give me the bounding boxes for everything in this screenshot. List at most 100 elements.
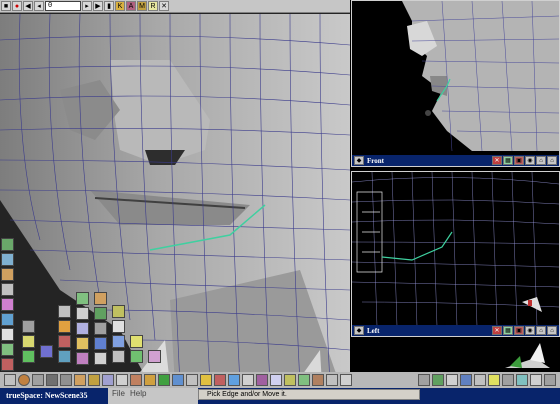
- record-icon[interactable]: ●: [12, 1, 22, 11]
- palette-tool-icon[interactable]: [58, 350, 71, 363]
- frame-field[interactable]: 0: [45, 1, 81, 11]
- eye-move-icon[interactable]: ◉: [525, 156, 535, 165]
- file-icon[interactable]: [474, 374, 486, 386]
- forward-icon[interactable]: ▸: [82, 1, 92, 11]
- palette-tool-icon[interactable]: [1, 343, 14, 356]
- checker-icon[interactable]: [270, 374, 282, 386]
- face-icon[interactable]: [312, 374, 324, 386]
- rotate-icon[interactable]: [116, 374, 128, 386]
- tools-icon[interactable]: ✕: [159, 1, 169, 11]
- render-mode-icon[interactable]: ▦: [503, 326, 513, 335]
- palette-tool-icon[interactable]: [1, 268, 14, 281]
- palette-tool-icon[interactable]: [58, 305, 71, 318]
- palette-tool-icon[interactable]: [40, 345, 53, 358]
- left-viewport[interactable]: ◆ Left ✕ ▦ ▣ ◉ ⌂ ⌂: [351, 171, 560, 337]
- grid-icon[interactable]: [144, 374, 156, 386]
- palette-tool-icon[interactable]: [112, 335, 125, 348]
- eye-zoom-icon[interactable]: ⌂: [536, 156, 546, 165]
- palette-tool-icon[interactable]: [112, 350, 125, 363]
- palette-tool-icon[interactable]: [22, 335, 35, 348]
- view-icon[interactable]: [418, 374, 430, 386]
- anim-icon[interactable]: A: [126, 1, 136, 11]
- render-object-icon[interactable]: [446, 374, 458, 386]
- render-icon[interactable]: R: [148, 1, 158, 11]
- play-icon[interactable]: ▶: [93, 1, 103, 11]
- key-icon[interactable]: K: [115, 1, 125, 11]
- nav-compass-icon[interactable]: [500, 338, 560, 372]
- look-icon[interactable]: ▣: [514, 156, 524, 165]
- mat-icon[interactable]: M: [137, 1, 147, 11]
- menu-help[interactable]: Help: [130, 389, 146, 398]
- camera-icon[interactable]: [60, 374, 72, 386]
- scale-icon[interactable]: [130, 374, 142, 386]
- palette-tool-icon[interactable]: [1, 283, 14, 296]
- play-back-icon[interactable]: ◀: [23, 1, 33, 11]
- face-mesh-render[interactable]: [0, 0, 350, 385]
- front-viewport[interactable]: ◆ Front ✕ ▦ ▣ ◉ ⌂ ⌂: [351, 0, 560, 167]
- figure-icon[interactable]: [326, 374, 338, 386]
- palette-tool-icon[interactable]: [22, 320, 35, 333]
- lathe-icon[interactable]: [284, 374, 296, 386]
- eye-zoom-icon[interactable]: ⌂: [536, 326, 546, 335]
- rewind-icon[interactable]: ◂: [34, 1, 44, 11]
- stop-icon[interactable]: ■: [1, 1, 11, 11]
- select-icon[interactable]: [88, 374, 100, 386]
- palette-tool-icon[interactable]: [76, 307, 89, 320]
- palette-tool-icon[interactable]: [76, 322, 89, 335]
- palette-tool-icon[interactable]: [1, 253, 14, 266]
- cube-icon[interactable]: [46, 374, 58, 386]
- move-icon[interactable]: [102, 374, 114, 386]
- eye-rotate-icon[interactable]: ⌂: [547, 156, 557, 165]
- palette-tool-icon[interactable]: [130, 350, 143, 363]
- brush-icon[interactable]: [256, 374, 268, 386]
- viewport-menu-icon[interactable]: ◆: [354, 326, 364, 335]
- palette-tool-icon[interactable]: [76, 352, 89, 365]
- light-icon[interactable]: [200, 374, 212, 386]
- palette-tool-icon[interactable]: [22, 350, 35, 363]
- eye-move-icon[interactable]: ◉: [525, 326, 535, 335]
- palette-tool-icon[interactable]: [94, 352, 107, 365]
- palette-tool-icon[interactable]: [76, 292, 89, 305]
- palette-tool-icon[interactable]: [1, 298, 14, 311]
- eye-icon[interactable]: [432, 374, 444, 386]
- end-icon[interactable]: ▮: [104, 1, 114, 11]
- palette-tool-icon[interactable]: [94, 307, 107, 320]
- render-scene-icon[interactable]: [460, 374, 472, 386]
- palette-tool-icon[interactable]: [112, 305, 125, 318]
- perspective-viewport[interactable]: [0, 0, 350, 385]
- palette-tool-icon[interactable]: [1, 238, 14, 251]
- palette-tool-icon[interactable]: [1, 328, 14, 341]
- palette-tool-icon[interactable]: [1, 358, 14, 371]
- script-icon[interactable]: [340, 374, 352, 386]
- maximize-icon[interactable]: [530, 374, 542, 386]
- deform-icon[interactable]: [186, 374, 198, 386]
- palette-tool-icon[interactable]: [94, 292, 107, 305]
- texture-icon[interactable]: [228, 374, 240, 386]
- settings-icon[interactable]: [544, 374, 556, 386]
- paint-icon[interactable]: [74, 374, 86, 386]
- object-tool-icon[interactable]: [4, 374, 16, 386]
- palette-tool-icon[interactable]: [112, 320, 125, 333]
- palette-tool-icon[interactable]: [148, 350, 161, 363]
- palette-tool-icon[interactable]: [1, 313, 14, 326]
- navigation-widget[interactable]: [500, 338, 560, 372]
- sweep-icon[interactable]: [298, 374, 310, 386]
- palette-tool-icon[interactable]: [130, 335, 143, 348]
- arrow-icon[interactable]: [172, 374, 184, 386]
- pan-icon[interactable]: [516, 374, 528, 386]
- eye-rotate-icon[interactable]: ⌂: [547, 326, 557, 335]
- render-mode-icon[interactable]: ▦: [503, 156, 513, 165]
- light-bulb-icon[interactable]: [488, 374, 500, 386]
- front-mesh[interactable]: [352, 1, 559, 156]
- left-mesh[interactable]: [352, 172, 559, 327]
- zoom-icon[interactable]: [502, 374, 514, 386]
- sphere-icon[interactable]: [18, 374, 30, 386]
- viewport-menu-icon[interactable]: ◆: [354, 156, 364, 165]
- palette-tool-icon[interactable]: [58, 320, 71, 333]
- palette-tool-icon[interactable]: [94, 322, 107, 335]
- boolean-icon[interactable]: [214, 374, 226, 386]
- material-icon[interactable]: [242, 374, 254, 386]
- menu-file[interactable]: File: [112, 389, 125, 398]
- link-icon[interactable]: [158, 374, 170, 386]
- palette-tool-icon[interactable]: [94, 337, 107, 350]
